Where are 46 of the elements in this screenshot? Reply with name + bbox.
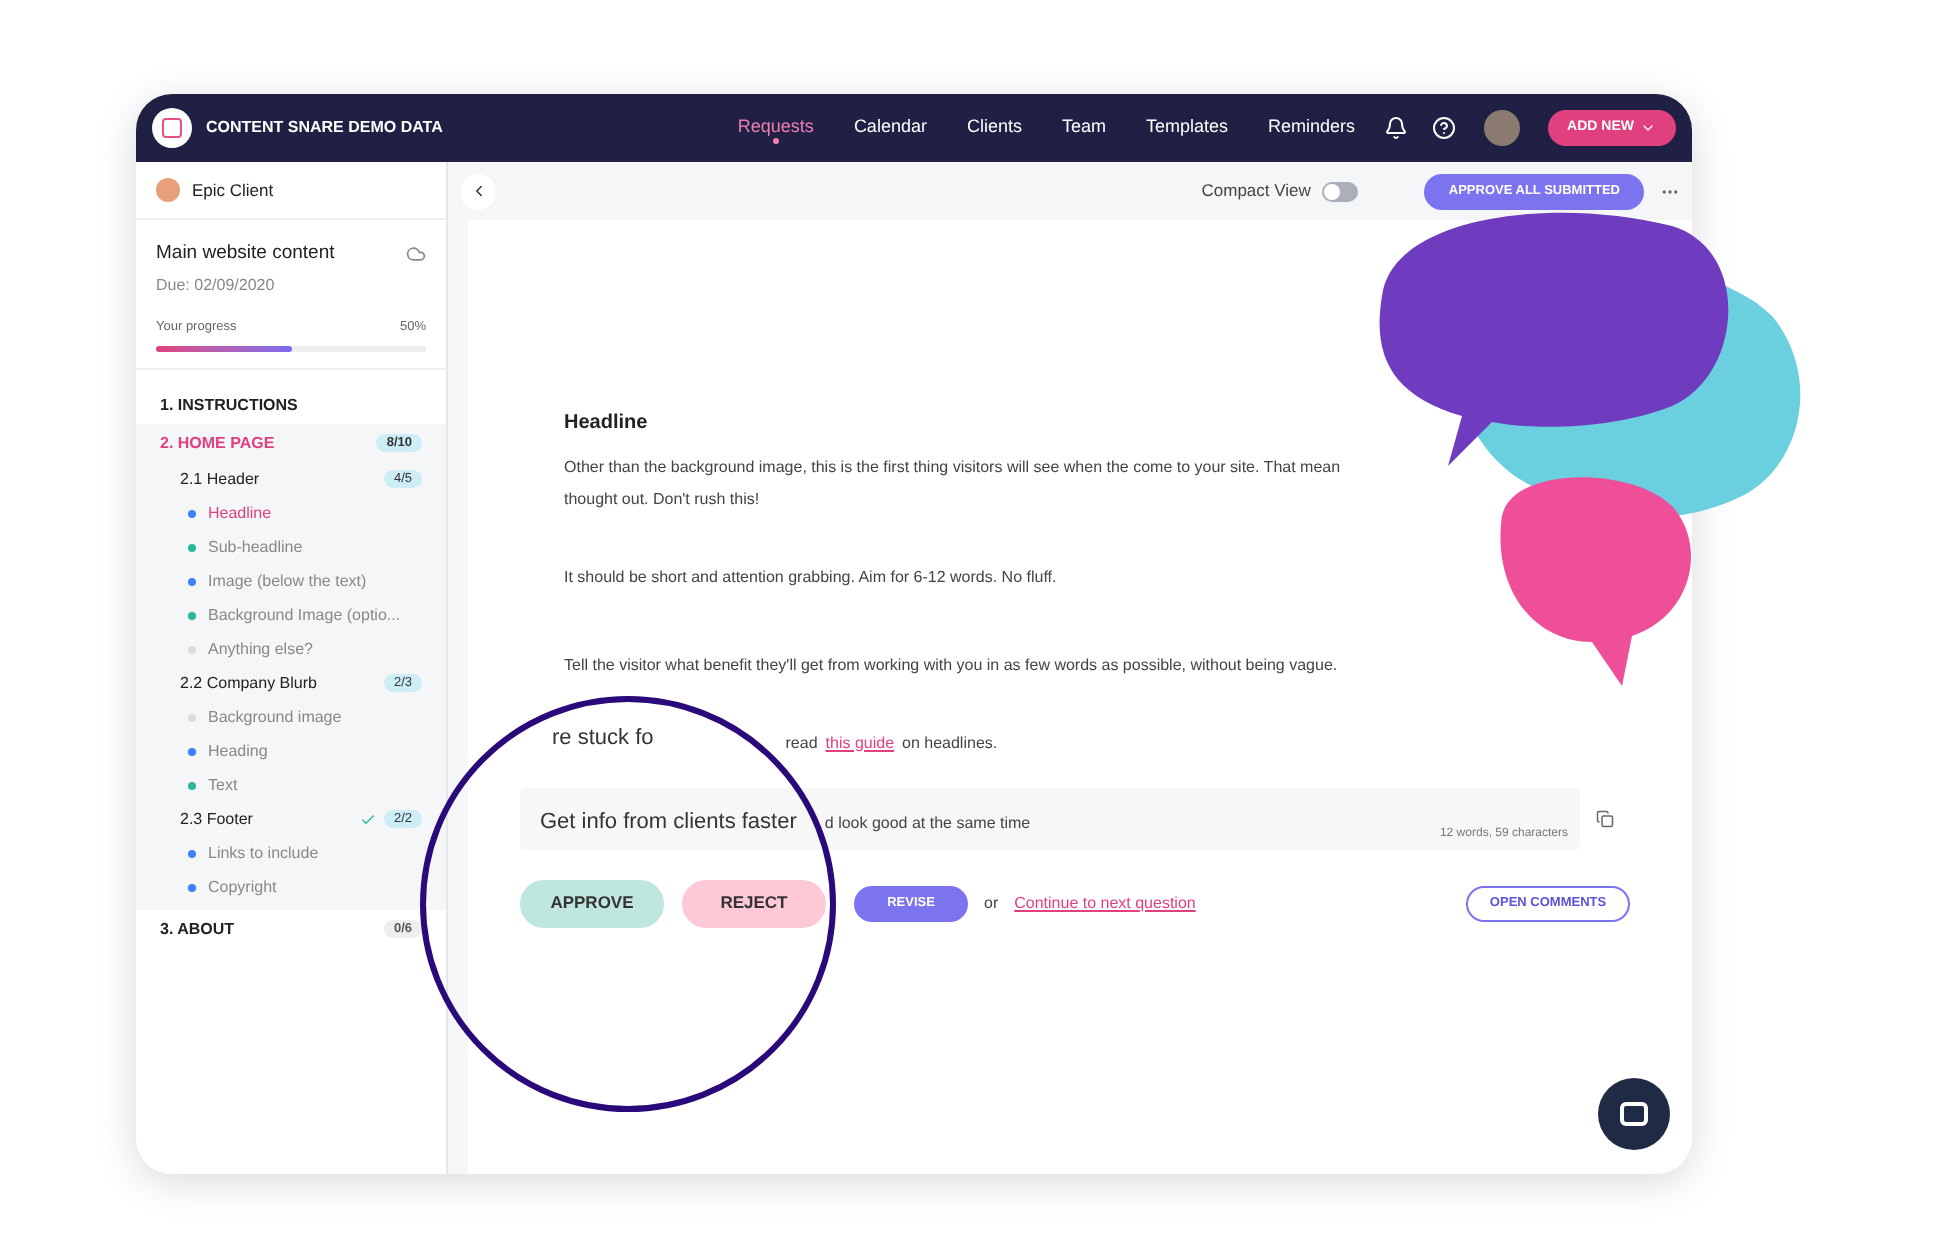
- nav-link[interactable]: Team: [1061, 114, 1106, 142]
- section-item[interactable]: 1. INSTRUCTIONS: [136, 386, 446, 424]
- question-item[interactable]: Background image: [208, 705, 342, 729]
- question-item[interactable]: Text: [208, 773, 238, 797]
- approve-button[interactable]: APPROVE: [520, 879, 664, 927]
- question-item[interactable]: Image (below the text): [208, 569, 367, 593]
- check-icon: [359, 811, 376, 827]
- question-item[interactable]: Copyright: [208, 875, 277, 899]
- cloud-icon: [406, 244, 426, 265]
- nav-link[interactable]: Reminders: [1268, 114, 1356, 142]
- description-text: It should be short and attention grabbing. Aim for 6-12 words. No fluff.: [564, 566, 1059, 590]
- description-text: Tell the visitor what benefit they'll get from working with you in as few words as possible, without being vague.: [564, 654, 1340, 678]
- client-avatar-icon: [156, 178, 180, 202]
- tip-text: read: [785, 731, 818, 755]
- nav-link[interactable]: Requests: [737, 114, 814, 142]
- reject-button[interactable]: REJECT: [682, 879, 826, 927]
- notifications-icon[interactable]: [1383, 116, 1408, 140]
- compact-view-label: Compact View: [1201, 178, 1311, 204]
- tip-magnified-text: re stuck fo: [552, 724, 654, 754]
- guide-link[interactable]: this guide: [825, 731, 895, 755]
- question-item[interactable]: Heading: [208, 739, 268, 763]
- due-date: Due: 02/09/2020: [156, 274, 277, 299]
- nav-link[interactable]: Clients: [966, 114, 1022, 142]
- next-question-link[interactable]: Continue to next question: [1014, 891, 1196, 915]
- copy-icon[interactable]: [1596, 809, 1614, 827]
- question-title: Headline: [564, 410, 650, 438]
- request-title: Main website content: [156, 240, 335, 268]
- avatar-icon[interactable]: [1483, 110, 1520, 146]
- question-item[interactable]: Anything else?: [208, 637, 313, 661]
- question-item[interactable]: Links to include: [208, 841, 319, 865]
- tip-text: on headlines.: [902, 731, 998, 755]
- chat-icon: [1620, 1102, 1648, 1126]
- brand-name: CONTENT SNARE DEMO DATA: [206, 116, 443, 140]
- help-icon[interactable]: [1431, 116, 1456, 140]
- nav-link[interactable]: Templates: [1146, 114, 1229, 142]
- question-item[interactable]: Headline: [208, 501, 272, 525]
- compact-view-toggle[interactable]: [1322, 181, 1359, 201]
- nav-link[interactable]: Calendar: [853, 114, 927, 142]
- chat-button[interactable]: [1598, 1078, 1670, 1150]
- question-item[interactable]: Background Image (optio...: [208, 603, 401, 627]
- description-text: Other than the background image, this is the first thing visitors will see when the come to your site. That mean thought out. Don't rush this!: [564, 456, 1343, 512]
- caret-icon: [1640, 120, 1656, 136]
- client-name: Epic Client: [192, 177, 274, 203]
- logo-icon: [152, 108, 192, 148]
- or-text: or: [984, 891, 999, 915]
- question-item[interactable]: Sub-headline: [208, 535, 303, 559]
